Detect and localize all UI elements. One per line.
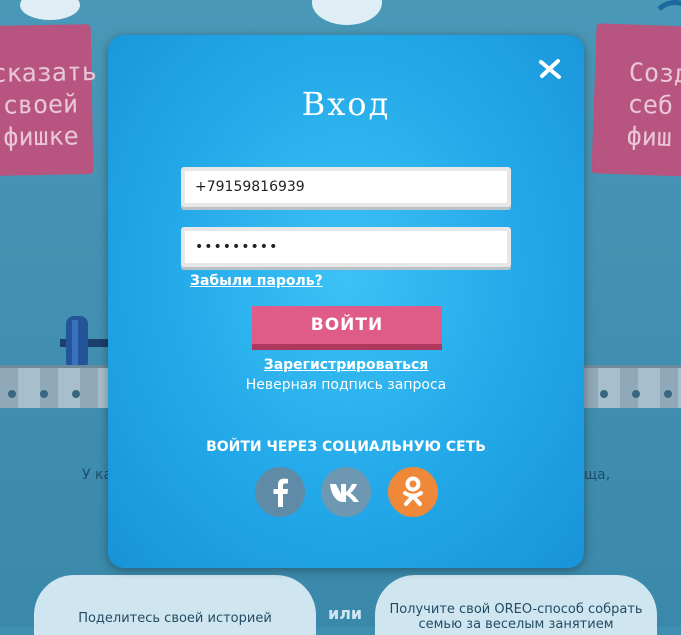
sticky-left-line: своей — [2, 89, 79, 120]
close-x-icon[interactable] — [538, 57, 562, 81]
sticky-note-left: сказать своей фишке — [0, 24, 98, 176]
get-oreo-way-line2: семью за веселым занятием — [418, 617, 614, 632]
phone-input[interactable] — [185, 171, 507, 203]
conveyor-belt-right — [580, 365, 681, 408]
belt-bolt — [40, 390, 48, 398]
phone-field[interactable] — [181, 167, 511, 207]
facebook-login-button[interactable] — [255, 467, 305, 517]
belt-bolt — [632, 390, 640, 398]
vk-login-button[interactable] — [321, 467, 371, 517]
share-story-bubble[interactable]: Поделитесь своей историей — [34, 575, 316, 635]
error-message: Неверная подпись запроса — [245, 377, 447, 393]
password-input[interactable] — [185, 231, 507, 263]
belt-bolt — [72, 390, 80, 398]
login-button[interactable]: ВОЙТИ — [252, 306, 442, 350]
login-modal: Вход Забыли пароль? ВОЙТИ Зарегистрирова… — [108, 35, 584, 568]
share-story-text: Поделитесь своей историей — [78, 611, 272, 626]
get-oreo-way-bubble[interactable]: Получите свой OREO-способ собрать семью … — [375, 575, 657, 635]
password-field[interactable] — [181, 227, 511, 267]
social-login-heading: ВОЙТИ ЧЕРЕЗ СОЦИАЛЬНУЮ СЕТЬ — [206, 439, 486, 455]
register-link[interactable]: Зарегистрироваться — [108, 357, 584, 373]
sticky-note-right: Созд себ фиш — [591, 23, 681, 177]
sticky-right-line: фиш — [626, 121, 673, 152]
sticky-right-line: Созд — [628, 57, 681, 89]
facebook-icon — [273, 478, 288, 507]
vk-icon — [330, 484, 359, 502]
conveyor-belt-left — [0, 365, 115, 408]
odnoklassniki-login-button[interactable] — [388, 467, 438, 517]
get-oreo-way-line1: Получите свой OREO-способ собрать — [389, 602, 643, 617]
belt-bolt — [664, 390, 672, 398]
sticky-left-line: сказать — [0, 57, 98, 88]
forgot-password-link[interactable]: Забыли пароль? — [190, 273, 323, 289]
or-separator: или — [328, 604, 363, 623]
belt-bolt — [600, 390, 608, 398]
modal-title: Вход — [301, 85, 391, 123]
belt-bolt — [8, 390, 16, 398]
sticky-right-line: себ — [627, 89, 674, 121]
background-text-right: ща, — [584, 467, 611, 483]
odnoklassniki-icon — [403, 476, 423, 506]
sticky-left-line: фишке — [3, 121, 79, 152]
